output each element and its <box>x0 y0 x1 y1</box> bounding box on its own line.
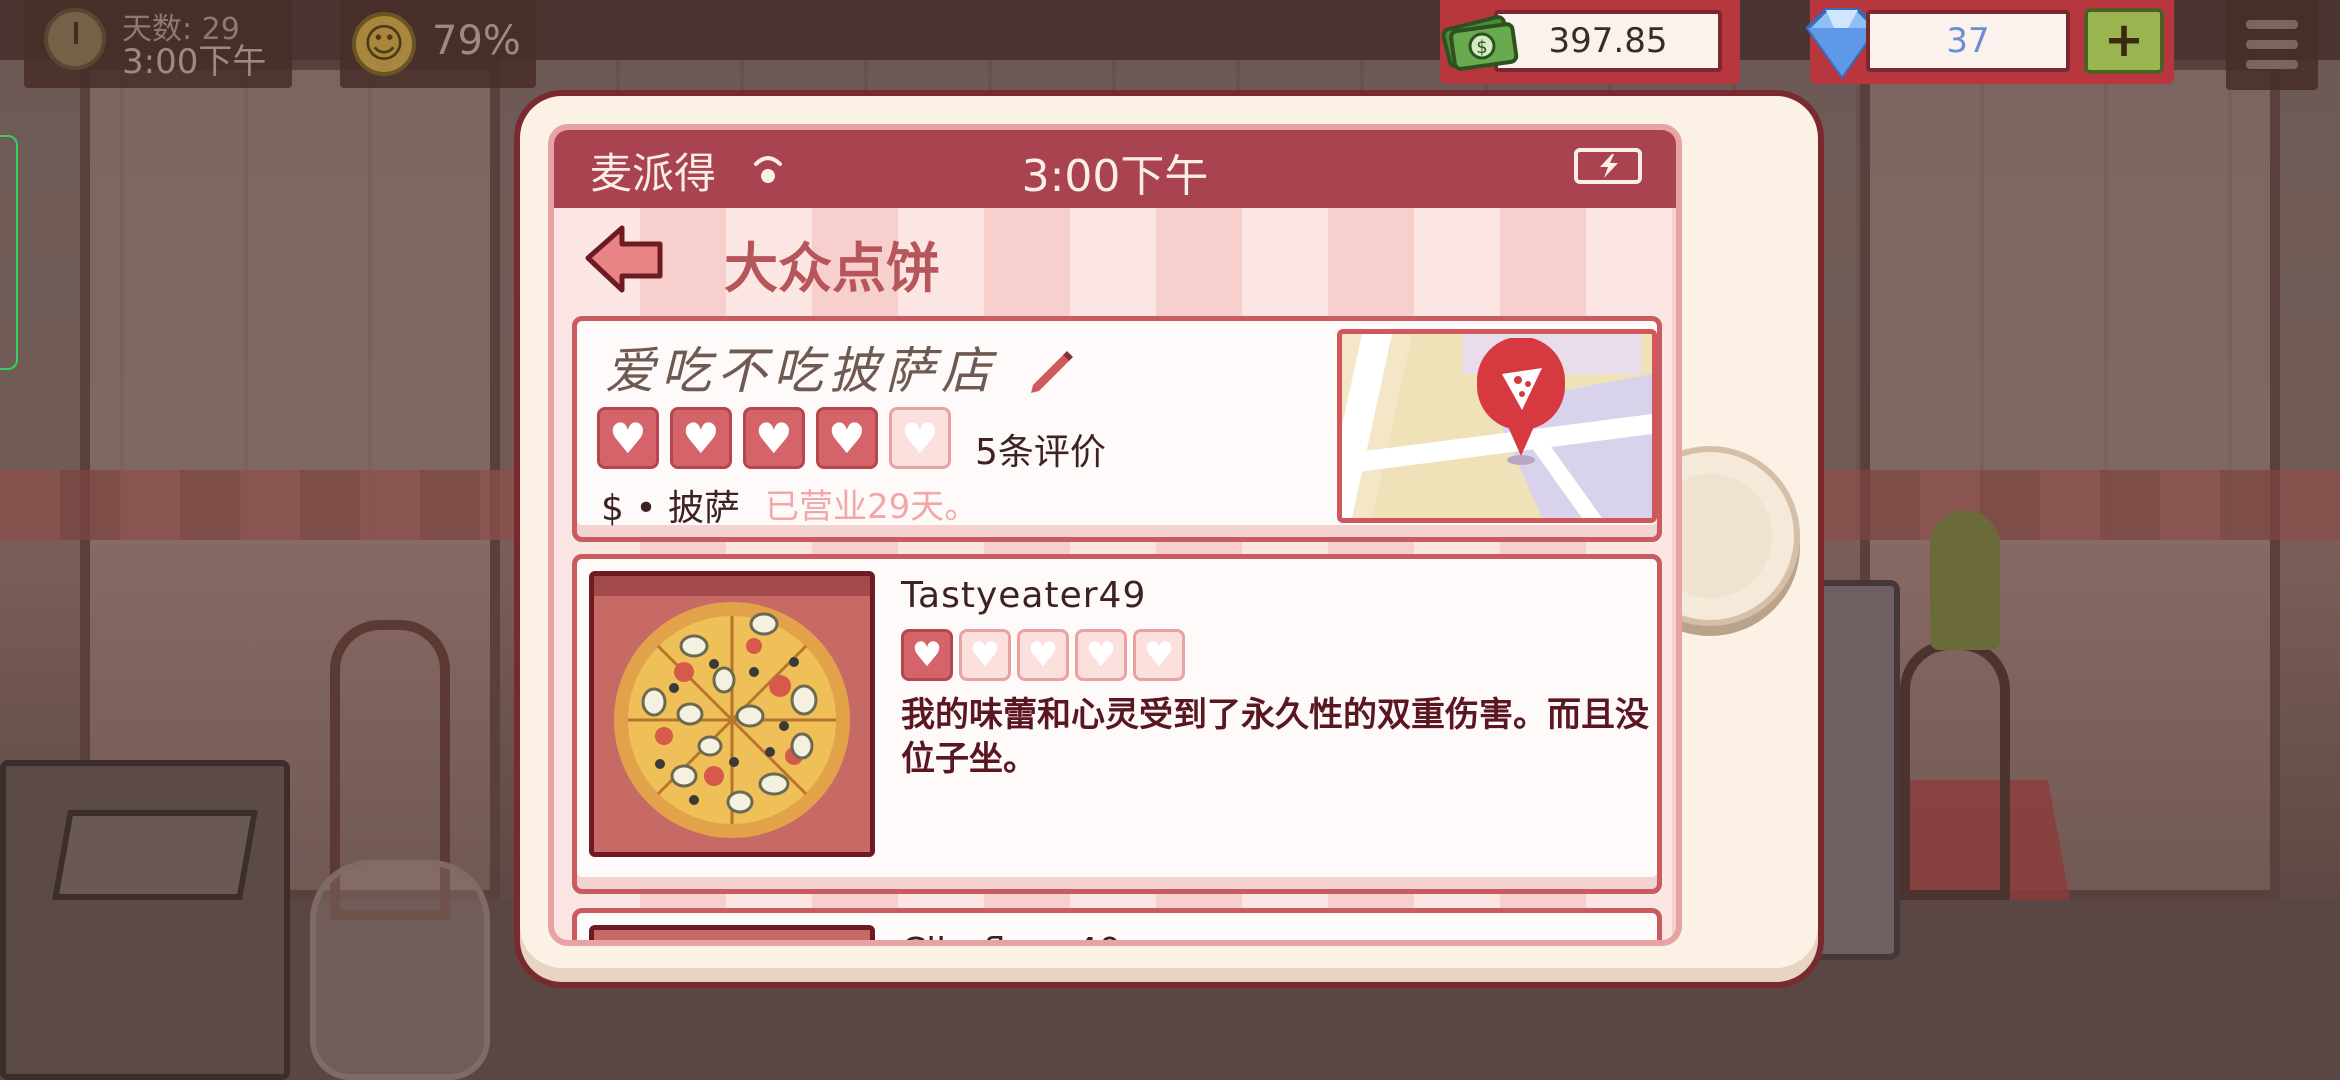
review-text: 我的味蕾和心灵受到了永久性的双重伤害。而且没位子坐。 <box>901 695 1649 779</box>
review-card: Cliraflyer 40 <box>572 908 1662 940</box>
edit-pencil-icon[interactable] <box>1023 343 1075 395</box>
day-time-panel: 天数: 29 3:00下午 <box>24 0 292 88</box>
heart-empty-icon: ♥ <box>1133 629 1185 681</box>
hamburger-menu-button[interactable] <box>2226 0 2318 90</box>
heart-empty-icon: ♥ <box>1075 629 1127 681</box>
cash-panel: 397.85 $ <box>1440 0 1740 84</box>
cash-register-top <box>52 810 258 900</box>
pizza-location-pin-icon <box>1477 338 1565 465</box>
tip-jar <box>310 860 490 1080</box>
review-rating-hearts: ♥ ♥ ♥ ♥ ♥ <box>901 629 1185 681</box>
chair-right <box>1900 640 2010 900</box>
money-icon: $ <box>1441 15 1519 71</box>
phone-status-bar: 麦派得 3:00下午 <box>554 130 1676 208</box>
mood-percent: 79% <box>432 18 521 64</box>
shop-rating-hearts: ♥ ♥ ♥ ♥ ♥ <box>597 407 951 469</box>
cash-amount: 397.85 <box>1494 10 1722 72</box>
plant <box>1930 510 2000 650</box>
heart-empty-icon: ♥ <box>1017 629 1069 681</box>
game-time: 3:00下午 <box>122 42 267 82</box>
tablet-screen: 麦派得 3:00下午 大众点饼 爱吃不吃披萨店 ♥ ♥ ♥ ♥ ♥ 5条评价 $ • 披… <box>548 124 1682 946</box>
heart-filled-icon: ♥ <box>743 407 805 469</box>
pizza-illustration <box>594 576 870 838</box>
heart-filled-icon: ♥ <box>901 629 953 681</box>
reviewer-name: Tastyeater49 <box>901 575 1147 616</box>
buy-gems-button[interactable]: + <box>2084 8 2164 74</box>
menu-bar-icon <box>2246 40 2298 49</box>
clock-icon <box>44 8 106 70</box>
menu-bar-icon <box>2246 20 2298 29</box>
smiley-icon: ☺ <box>352 12 416 76</box>
shop-info-card: 爱吃不吃披萨店 ♥ ♥ ♥ ♥ ♥ 5条评价 $ • 披萨 已营业29天。 <box>572 316 1662 542</box>
app-title: 大众点饼 <box>724 237 940 300</box>
days-open: 已营业29天。 <box>765 487 979 527</box>
battery-icon <box>1574 148 1642 184</box>
heart-filled-icon: ♥ <box>670 407 732 469</box>
heart-filled-icon: ♥ <box>597 407 659 469</box>
cash-register <box>0 760 290 1080</box>
review-count[interactable]: 5条评价 <box>975 423 1106 475</box>
heart-empty-icon: ♥ <box>959 629 1011 681</box>
heart-filled-icon: ♥ <box>816 407 878 469</box>
heart-empty-icon: ♥ <box>889 407 951 469</box>
phone-clock: 3:00下午 <box>1021 151 1209 202</box>
pizza-image <box>589 571 875 857</box>
menu-bar-icon <box>2246 60 2298 69</box>
shop-name: 爱吃不吃披萨店 <box>605 342 997 400</box>
gem-panel: 37 + <box>1805 0 2174 84</box>
pizza-image <box>589 925 875 940</box>
shop-map[interactable] <box>1337 329 1657 523</box>
side-tab[interactable] <box>0 135 18 370</box>
back-arrow-icon[interactable] <box>584 222 664 296</box>
price-category: $ • 披萨 <box>601 488 741 529</box>
review-card: Tastyeater49 ♥ ♥ ♥ ♥ ♥ 我的味蕾和心灵受到了永久性的双重伤害。而且… <box>572 554 1662 894</box>
svg-text:$: $ <box>1476 37 1487 58</box>
app-header: 大众点饼 <box>554 208 1676 308</box>
gem-count: 37 <box>1866 10 2070 72</box>
mood-panel: ☺ 79% <box>340 0 536 88</box>
reviewer-name: Cliraflyer 40 <box>901 931 1121 940</box>
